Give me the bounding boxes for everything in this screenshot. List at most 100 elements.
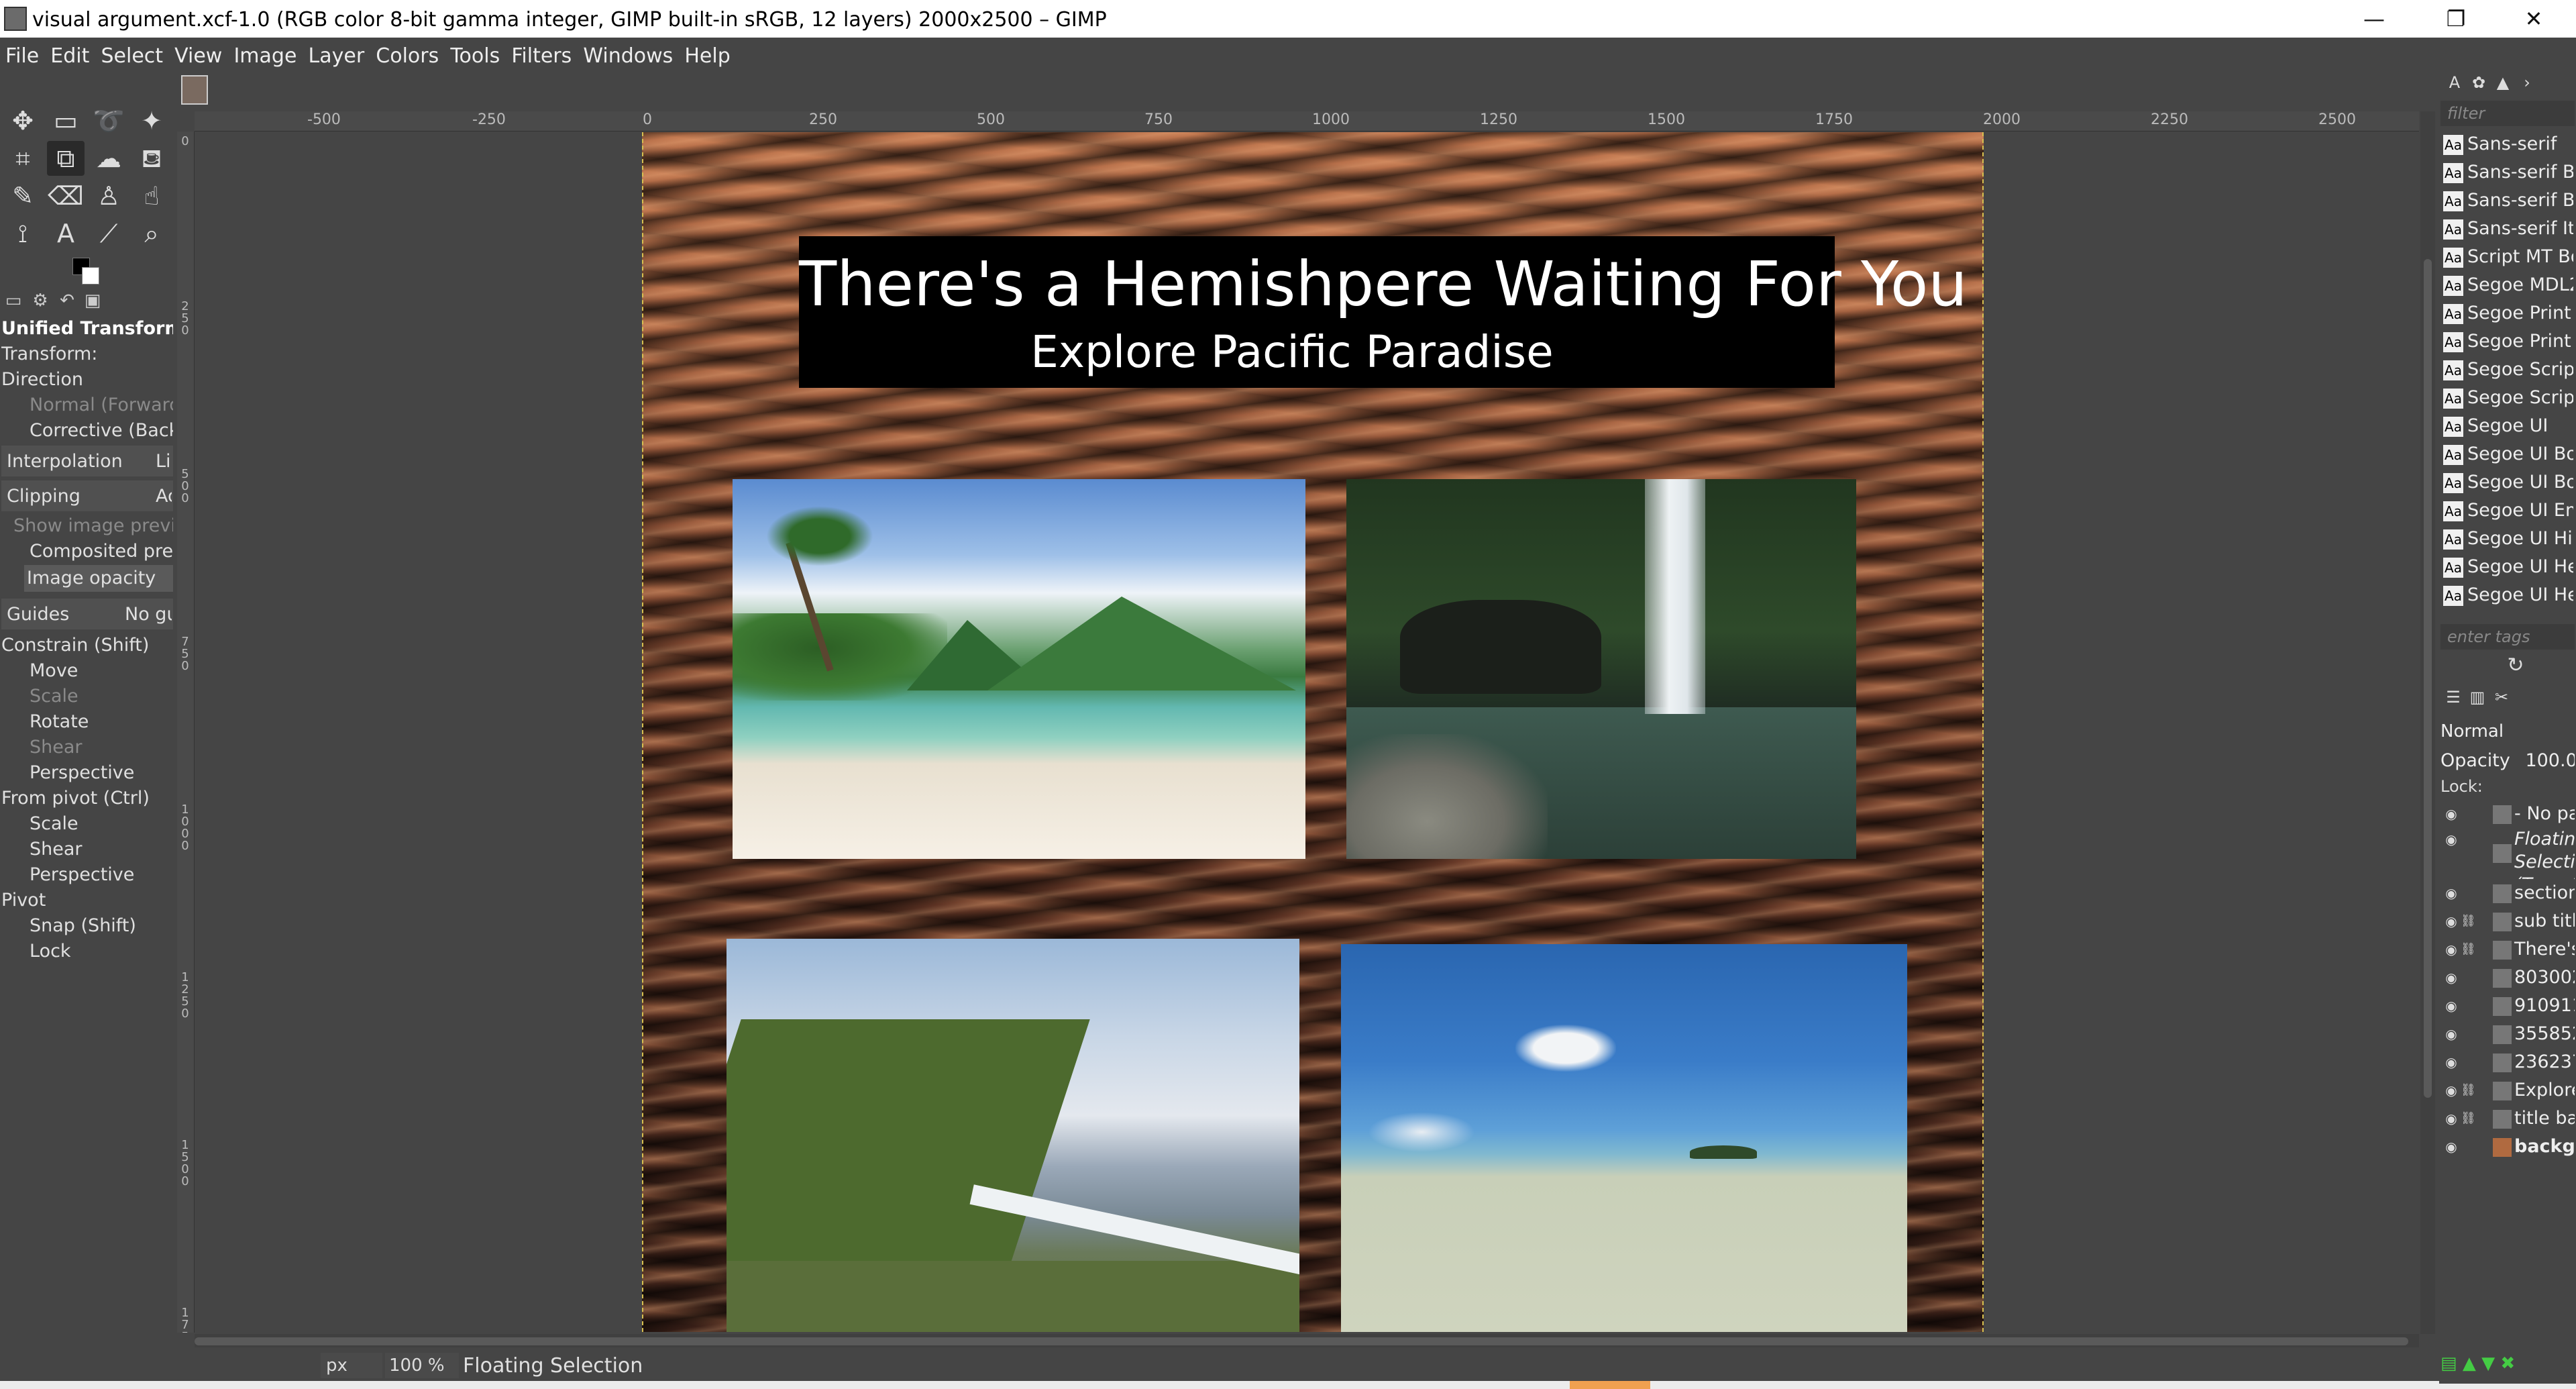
visibility-eye-icon[interactable]: ◉ [2443, 992, 2459, 1020]
channels-tab-icon[interactable]: ▥ [2467, 687, 2487, 707]
link-chain-icon[interactable]: ⛓ [2461, 1104, 2476, 1133]
layer-row[interactable]: ◉910911 [2440, 992, 2575, 1020]
font-list-item[interactable]: AaSans-serif Italic [2440, 215, 2573, 243]
guides-select[interactable]: Guides No guides [1, 599, 173, 629]
font-list-item[interactable]: AaSegoe Print Bold [2440, 327, 2573, 356]
font-list-item[interactable]: AaSegoe UI Heavy Italic [2440, 581, 2573, 609]
link-chain-icon[interactable]: ⛓ [2461, 935, 2476, 964]
zoom-tool-icon[interactable]: ⌕ [133, 216, 170, 251]
background-color[interactable] [82, 267, 99, 285]
smudge-tool-icon[interactable]: ☝ [133, 178, 170, 213]
layer-opacity-row[interactable]: Opacity 100.0 [2440, 748, 2575, 774]
horizontal-scrollbar[interactable] [195, 1334, 2419, 1349]
constrain-perspective-checkbox[interactable]: Perspective [30, 762, 173, 783]
menu-tools[interactable]: Tools [446, 38, 504, 75]
paintbrush-tool-icon[interactable]: ✎ [4, 178, 42, 213]
menu-help[interactable]: Help [680, 38, 734, 75]
visibility-eye-icon[interactable]: ◉ [2443, 1133, 2459, 1161]
move-tool-icon[interactable]: ✥ [4, 103, 42, 138]
patterns-tab-icon[interactable]: ▲ [2493, 72, 2513, 93]
rect-select-tool-icon[interactable]: ▭ [47, 103, 85, 138]
font-filter-input[interactable]: filter [2440, 101, 2575, 126]
layer-row[interactable]: ◉803002 [2440, 964, 2575, 992]
bucket-fill-tool-icon[interactable]: ⛾ [133, 141, 170, 176]
font-list-item[interactable]: AaSegoe MDL2 Assets [2440, 271, 2573, 299]
dock-menu-icon[interactable]: › [2517, 72, 2537, 93]
layer-mode-select[interactable]: Normal [2440, 718, 2575, 745]
image-canvas[interactable]: There's a Hemishpere Waiting For You Exp… [642, 132, 1984, 1332]
link-chain-icon[interactable]: ⛓ [2461, 1076, 2476, 1104]
minimize-button[interactable]: — [2337, 3, 2411, 35]
show-preview-checkbox[interactable]: Show image preview [13, 515, 173, 536]
layer-row[interactable]: ◉⛓Explore [2440, 1076, 2575, 1104]
tool-options-tab-icon[interactable]: ▭ [1, 289, 25, 313]
crop-tool-icon[interactable]: ⌗ [4, 141, 42, 176]
font-list-item[interactable]: AaSegoe UI Heavy [2440, 553, 2573, 581]
font-list-item[interactable]: Aa Sans-serif [2440, 130, 2573, 158]
horizontal-scroll-thumb[interactable] [195, 1337, 2408, 1345]
constrain-scale-checkbox[interactable]: Scale [30, 686, 173, 707]
warp-tool-icon[interactable]: ☁ [90, 141, 127, 176]
color-picker-tool-icon[interactable]: ⟋ [90, 216, 127, 251]
font-list-item[interactable]: AaSans-serif Bold [2440, 158, 2573, 187]
visibility-eye-icon[interactable]: ◉ [2443, 879, 2459, 907]
fg-bg-color-swatch[interactable] [72, 258, 101, 286]
undo-history-tab-icon[interactable]: ↶ [55, 289, 79, 313]
lower-layer-icon[interactable]: ▼ [2481, 1353, 2495, 1374]
paths-tool-icon[interactable]: ⟟ [4, 216, 42, 251]
delete-layer-icon[interactable]: ✖ [2500, 1353, 2515, 1374]
pivot-shear-checkbox[interactable]: Shear [30, 839, 173, 860]
visibility-eye-icon[interactable]: ◉ [2443, 935, 2459, 964]
refresh-fonts-icon[interactable]: ↻ [2504, 654, 2528, 678]
menu-file[interactable]: File [1, 38, 43, 75]
font-list-item[interactable]: AaSegoe UI Bold [2440, 440, 2573, 468]
brushes-tab-icon[interactable]: ✿ [2469, 72, 2489, 93]
font-list-item[interactable]: AaSegoe UI Bold Italic [2440, 468, 2573, 497]
visibility-eye-icon[interactable]: ◉ [2443, 1076, 2459, 1104]
pivot-perspective-checkbox[interactable]: Perspective [30, 864, 173, 885]
close-button[interactable]: ✕ [2497, 3, 2571, 35]
menu-colors[interactable]: Colors [372, 38, 443, 75]
direction-corrective-radio[interactable]: Corrective (Backward) [30, 420, 173, 441]
unit-select[interactable]: px [321, 1353, 382, 1378]
images-tab-icon[interactable]: ▣ [80, 289, 105, 313]
visibility-eye-icon[interactable]: ◉ [2443, 907, 2459, 935]
font-tags-input[interactable]: enter tags [2440, 624, 2575, 650]
layer-row[interactable]: ◉ backg [2440, 1133, 2575, 1161]
pivot-scale-checkbox[interactable]: Scale [30, 813, 173, 834]
clipping-select[interactable]: Clipping Adjust [1, 480, 173, 511]
horizontal-ruler[interactable]: -500 -250 0 250 500 750 1000 1250 1500 1… [195, 111, 2419, 132]
font-list-item[interactable]: Aa Segoe UI [2440, 412, 2573, 440]
canvas-viewport[interactable]: There's a Hemishpere Waiting For You Exp… [195, 132, 2418, 1332]
vertical-scrollbar[interactable] [2420, 111, 2435, 1334]
layer-row[interactable]: ◉ ⛓ title ba [2440, 1104, 2575, 1133]
zoom-select[interactable]: 100 % [385, 1353, 459, 1378]
direction-normal-radio[interactable]: Normal (Forward) [30, 395, 173, 415]
layer-row[interactable]: ◉ section [2440, 879, 2575, 907]
visibility-eye-icon[interactable]: ◉ [2443, 964, 2459, 992]
vertical-ruler[interactable]: 0 250 500 750 1000 1250 1500 1750 [177, 132, 195, 1333]
text-tool-icon[interactable]: A [47, 216, 85, 251]
layer-row[interactable]: ◉355852 [2440, 1020, 2575, 1048]
constrain-shear-checkbox[interactable]: Shear [30, 737, 173, 758]
menu-view[interactable]: View [170, 38, 226, 75]
unified-transform-tool-icon[interactable]: ⧉ [47, 141, 85, 176]
font-list-item[interactable]: AaSans-serif Bold Italic [2440, 187, 2573, 215]
link-chain-icon[interactable]: ⛓ [2461, 907, 2476, 935]
visibility-eye-icon[interactable]: ◉ [2443, 1104, 2459, 1133]
layer-row[interactable]: ◉⛓sub title [2440, 907, 2575, 935]
font-list-item[interactable]: AaSegoe UI Emoji [2440, 497, 2573, 525]
fuzzy-select-tool-icon[interactable]: ✦ [133, 103, 170, 138]
raise-layer-icon[interactable]: ▲ [2463, 1353, 2476, 1374]
font-list-item[interactable]: AaScript MT Bold [2440, 243, 2573, 271]
font-list-item[interactable]: AaSegoe UI Historic [2440, 525, 2573, 553]
layer-row[interactable]: ◉236237 [2440, 1048, 2575, 1076]
visibility-eye-icon[interactable]: ◉ [2443, 1048, 2459, 1076]
layer-row[interactable]: ◉Floating Selection (Transform) [2440, 828, 2575, 879]
layers-tab-icon[interactable]: ☰ [2443, 687, 2463, 707]
device-status-tab-icon[interactable]: ⚙ [28, 289, 52, 313]
fonts-tab-icon[interactable]: A [2445, 72, 2465, 93]
new-layer-icon[interactable]: ▤ [2440, 1353, 2457, 1374]
menu-select[interactable]: Select [97, 38, 168, 75]
layer-row[interactable]: ◉ - No pa [2440, 800, 2575, 828]
